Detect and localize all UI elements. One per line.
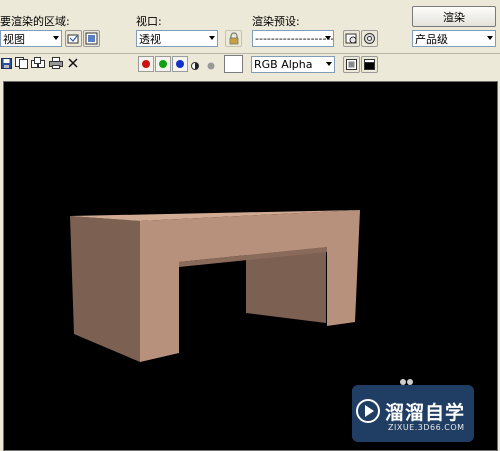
render-button[interactable]: 渲染: [412, 6, 496, 27]
lock-button[interactable]: [225, 30, 242, 47]
render-viewport: 溜溜自学 ZIXUE.3D66.COM: [3, 81, 498, 451]
area-to-render-label: 要渲染的区域:: [0, 15, 70, 28]
chevron-down-icon: [325, 36, 331, 40]
preset-settings-icon: [364, 33, 375, 44]
copy-icon: [15, 57, 28, 69]
red-channel-icon: [142, 60, 150, 68]
save-icon: [1, 58, 12, 69]
close-icon: [68, 58, 78, 68]
clone-icon: [31, 57, 45, 68]
table-side-face: [70, 216, 140, 362]
watermark-dots-icon: [400, 379, 413, 385]
quality-select[interactable]: 产品级: [412, 30, 496, 47]
watermark-text: 溜溜自学: [385, 402, 466, 424]
color-swatch[interactable]: [224, 55, 243, 73]
mono-icon: [191, 62, 199, 70]
chevron-down-icon: [53, 36, 59, 40]
render-preset-label: 渲染预设:: [252, 15, 300, 28]
region-select-button[interactable]: [65, 30, 82, 47]
blue-channel-button[interactable]: [172, 56, 188, 72]
copy-button[interactable]: [15, 57, 28, 69]
toolbar-divider: [0, 53, 500, 54]
preset-select-value: ---------------------------: [255, 32, 334, 45]
quality-select-value: 产品级: [415, 32, 448, 46]
clone-button[interactable]: [31, 57, 45, 69]
channel-select[interactable]: RGB Alpha: [251, 56, 335, 73]
preset-load-button[interactable]: [343, 30, 360, 47]
channel-select-value: RGB Alpha: [254, 58, 313, 71]
lock-icon: [229, 32, 238, 45]
alpha-toggle[interactable]: [207, 60, 215, 70]
alpha-display-icon: [364, 59, 375, 70]
display-toggle-button[interactable]: [343, 56, 360, 73]
watermark-badge: 溜溜自学 ZIXUE.3D66.COM: [352, 385, 474, 442]
viewport-select[interactable]: 透视: [136, 30, 218, 47]
red-channel-button[interactable]: [138, 56, 154, 72]
chevron-down-icon: [326, 62, 332, 66]
save-button[interactable]: [1, 58, 12, 69]
preset-select[interactable]: ---------------------------: [252, 30, 334, 47]
display-icon: [346, 59, 357, 70]
preset-settings-button[interactable]: [361, 30, 378, 47]
print-button[interactable]: [49, 57, 63, 69]
viewport-select-value: 透视: [139, 32, 161, 46]
clear-button[interactable]: [67, 57, 79, 69]
blue-channel-icon: [176, 60, 184, 68]
mono-toggle[interactable]: [191, 60, 199, 70]
area-select-value: 视图: [3, 32, 25, 46]
print-icon: [49, 57, 63, 69]
watermark-dots: [400, 376, 414, 385]
viewport-label: 视口:: [136, 15, 162, 28]
green-channel-icon: [159, 60, 167, 68]
chevron-down-icon: [487, 36, 493, 40]
watermark-url: ZIXUE.3D66.COM: [388, 423, 465, 432]
preset-load-icon: [345, 33, 357, 44]
region-select-icon: [67, 34, 79, 44]
alpha-icon: [207, 62, 215, 70]
region-auto-button[interactable]: [83, 30, 100, 47]
render-button-label: 渲染: [443, 10, 465, 24]
area-select[interactable]: 视图: [0, 30, 62, 47]
play-logo-icon: [356, 399, 380, 423]
alpha-display-button[interactable]: [361, 56, 378, 73]
chevron-down-icon: [209, 36, 215, 40]
region-auto-icon: [85, 32, 98, 45]
green-channel-button[interactable]: [155, 56, 171, 72]
